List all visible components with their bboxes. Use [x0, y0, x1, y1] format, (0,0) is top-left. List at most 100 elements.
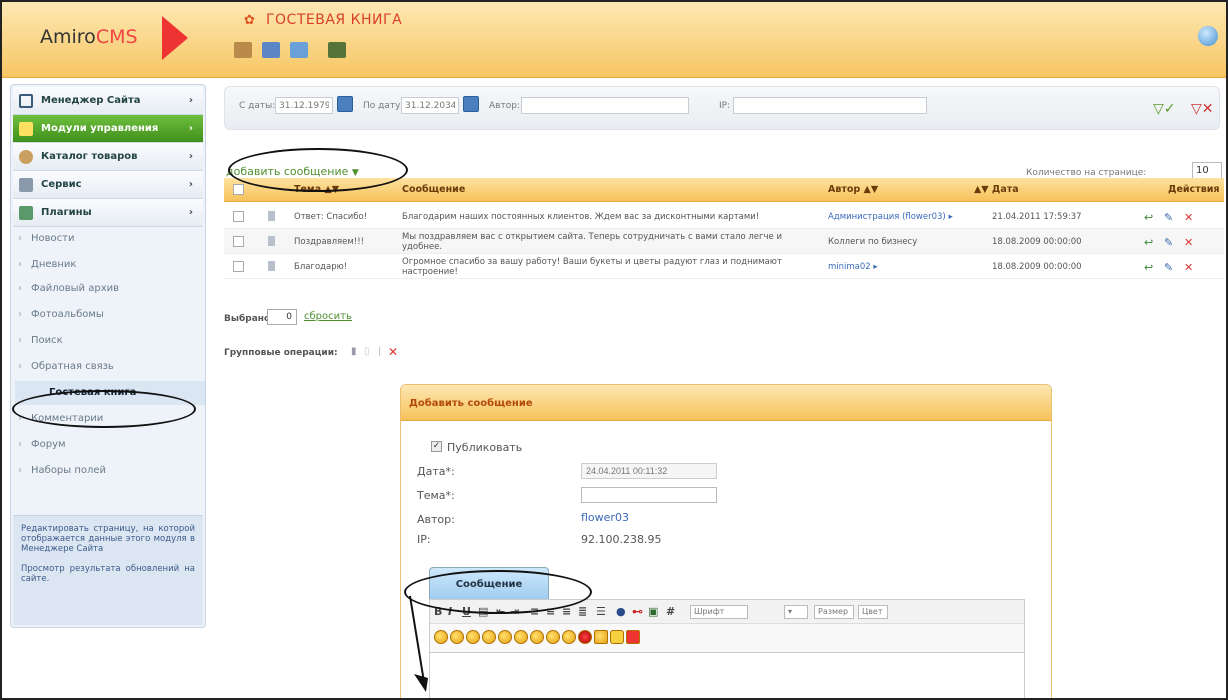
- sidebar-item-forum[interactable]: Форум: [18, 439, 65, 450]
- help-edit-link[interactable]: Редактировать страницу, на которой отобр…: [21, 524, 195, 554]
- calendar-from-icon[interactable]: [337, 96, 353, 112]
- color-select[interactable]: Цвет: [858, 605, 888, 619]
- filter-author-input[interactable]: [521, 97, 689, 114]
- tools-icon[interactable]: [234, 42, 252, 58]
- image-icon[interactable]: ▣: [648, 605, 658, 618]
- row-author[interactable]: Администрация (flower03) ▸: [828, 212, 953, 222]
- row-date: 21.04.2011 17:59:37: [992, 212, 1082, 222]
- reset-filter-icon[interactable]: ▽✕: [1191, 101, 1214, 117]
- smiley-icon[interactable]: [514, 630, 528, 644]
- filter-to-input[interactable]: [401, 97, 459, 114]
- sidebar-item-file-archive[interactable]: Файловый архив: [18, 283, 119, 294]
- group-delete-icon[interactable]: ✕: [388, 345, 398, 359]
- smiley-icon[interactable]: [482, 630, 496, 644]
- sidebar-item-news[interactable]: Новости: [18, 233, 75, 244]
- perpage-label: Количество на странице:: [1026, 168, 1147, 178]
- sidebar-section-catalog[interactable]: Каталог товаров ›: [13, 143, 203, 171]
- bulb-icon[interactable]: [610, 630, 624, 644]
- copy-icon[interactable]: [290, 42, 308, 58]
- flower-icon[interactable]: [626, 630, 640, 644]
- edit-icon[interactable]: ✎: [1164, 211, 1173, 224]
- sidebar-help: Редактировать страницу, на которой отобр…: [13, 515, 203, 625]
- select-all-checkbox[interactable]: [233, 184, 244, 195]
- row-checkbox[interactable]: [233, 236, 244, 247]
- size-select[interactable]: Размер: [814, 605, 854, 619]
- date-field[interactable]: [581, 463, 717, 479]
- author-link[interactable]: flower03: [581, 511, 629, 524]
- ip-value: 92.100.238.95: [581, 533, 662, 546]
- message-textarea[interactable]: [430, 652, 1024, 698]
- list-icon[interactable]: ☰: [596, 605, 606, 618]
- help-view-link[interactable]: Просмотр результата обновлений на сайте.: [21, 564, 195, 584]
- row-message: Благодарим наших постоянных клиентов. Жд…: [402, 212, 760, 222]
- edit-icon[interactable]: ✎: [1164, 261, 1173, 274]
- smiley-icon[interactable]: [466, 630, 480, 644]
- col-author[interactable]: Автор ▲▼: [828, 184, 878, 195]
- delete-icon[interactable]: ✕: [1184, 236, 1193, 249]
- calculator-icon[interactable]: [328, 42, 346, 58]
- date-label: Дата*:: [417, 465, 455, 478]
- sidebar: Менеджер Сайта › Модули управления › Катал…: [10, 84, 206, 628]
- reply-icon[interactable]: ↩: [1144, 261, 1153, 274]
- edit-icon[interactable]: ✎: [1164, 236, 1173, 249]
- plugins-icon: [19, 205, 33, 220]
- screen: AmiroCMS ✿ ГОСТЕВАЯ КНИГА Менеджер Сайта…: [0, 0, 1228, 700]
- annotation-ellipse: [12, 390, 196, 428]
- smiley-icon[interactable]: [450, 630, 464, 644]
- thumb-icon[interactable]: [594, 630, 608, 644]
- save-icon[interactable]: [262, 42, 280, 58]
- row-topic[interactable]: Ответ: Спасибо!: [294, 212, 367, 222]
- font-select[interactable]: Шрифт: [690, 605, 748, 619]
- topic-field[interactable]: [581, 487, 717, 503]
- page-icon: [19, 93, 33, 108]
- delete-icon[interactable]: ✕: [1184, 261, 1193, 274]
- sidebar-section-service[interactable]: Сервис ›: [13, 171, 203, 199]
- delete-icon[interactable]: ✕: [1184, 211, 1193, 224]
- reply-icon[interactable]: ↩: [1144, 236, 1153, 249]
- row-checkbox[interactable]: [233, 261, 244, 272]
- sidebar-item-search[interactable]: Поиск: [18, 335, 63, 346]
- sidebar-item-field-sets[interactable]: Наборы полей: [18, 465, 106, 476]
- row-date: 18.08.2009 00:00:00: [992, 237, 1082, 247]
- annotation-arrow: [409, 595, 428, 692]
- smiley-icon[interactable]: [498, 630, 512, 644]
- hash-icon[interactable]: #: [666, 605, 675, 618]
- sidebar-item-feedback[interactable]: Обратная связь: [18, 361, 114, 372]
- sidebar-section-modules[interactable]: Модули управления ›: [13, 115, 203, 143]
- link-icon[interactable]: ⊷: [632, 605, 643, 618]
- filter-ip-input[interactable]: [733, 97, 927, 114]
- smiley-icon[interactable]: [546, 630, 560, 644]
- apply-filter-icon[interactable]: ▽✓: [1153, 101, 1176, 117]
- group-publish-icon[interactable]: ▮: [351, 346, 357, 357]
- col-message[interactable]: Сообщение: [402, 184, 465, 195]
- justify-icon[interactable]: ≣: [578, 605, 587, 618]
- reset-selection-link[interactable]: сбросить: [304, 311, 352, 322]
- sidebar-section-site-manager[interactable]: Менеджер Сайта ›: [13, 87, 203, 115]
- row-topic[interactable]: Поздравляем!!!: [294, 237, 364, 247]
- col-actions: Действия: [1168, 184, 1220, 195]
- globe-icon[interactable]: [1198, 26, 1218, 46]
- group-unpublish-icon[interactable]: ▯: [364, 346, 370, 357]
- font-select-arrow[interactable]: ▾: [784, 605, 808, 619]
- publish-checkbox[interactable]: ✓: [431, 441, 442, 452]
- smiley-icon[interactable]: [562, 630, 576, 644]
- col-date[interactable]: ▲▼ Дата: [974, 184, 1019, 195]
- doc-icon: [268, 261, 275, 271]
- globe-link-icon[interactable]: ●: [616, 605, 626, 618]
- header-toolbar: [234, 42, 346, 58]
- angry-smiley-icon[interactable]: [578, 630, 592, 644]
- table-row: Благодарю! Огромное спасибо за вашу рабо…: [224, 254, 1224, 279]
- filter-to-label: По дату:: [363, 101, 404, 111]
- selected-count: 0: [267, 309, 297, 325]
- row-topic[interactable]: Благодарю!: [294, 262, 347, 272]
- filter-from-input[interactable]: [275, 97, 333, 114]
- sidebar-item-diary[interactable]: Дневник: [18, 259, 77, 270]
- row-author[interactable]: minima02 ▸: [828, 262, 878, 272]
- row-checkbox[interactable]: [233, 211, 244, 222]
- sidebar-section-plugins[interactable]: Плагины ›: [13, 199, 203, 227]
- filter-bar: С даты: По дату: Автор: IP: ▽✓ ▽✕: [224, 86, 1220, 130]
- calendar-to-icon[interactable]: [463, 96, 479, 112]
- smiley-icon[interactable]: [530, 630, 544, 644]
- sidebar-item-photo-albums[interactable]: Фотоальбомы: [18, 309, 104, 320]
- reply-icon[interactable]: ↩: [1144, 211, 1153, 224]
